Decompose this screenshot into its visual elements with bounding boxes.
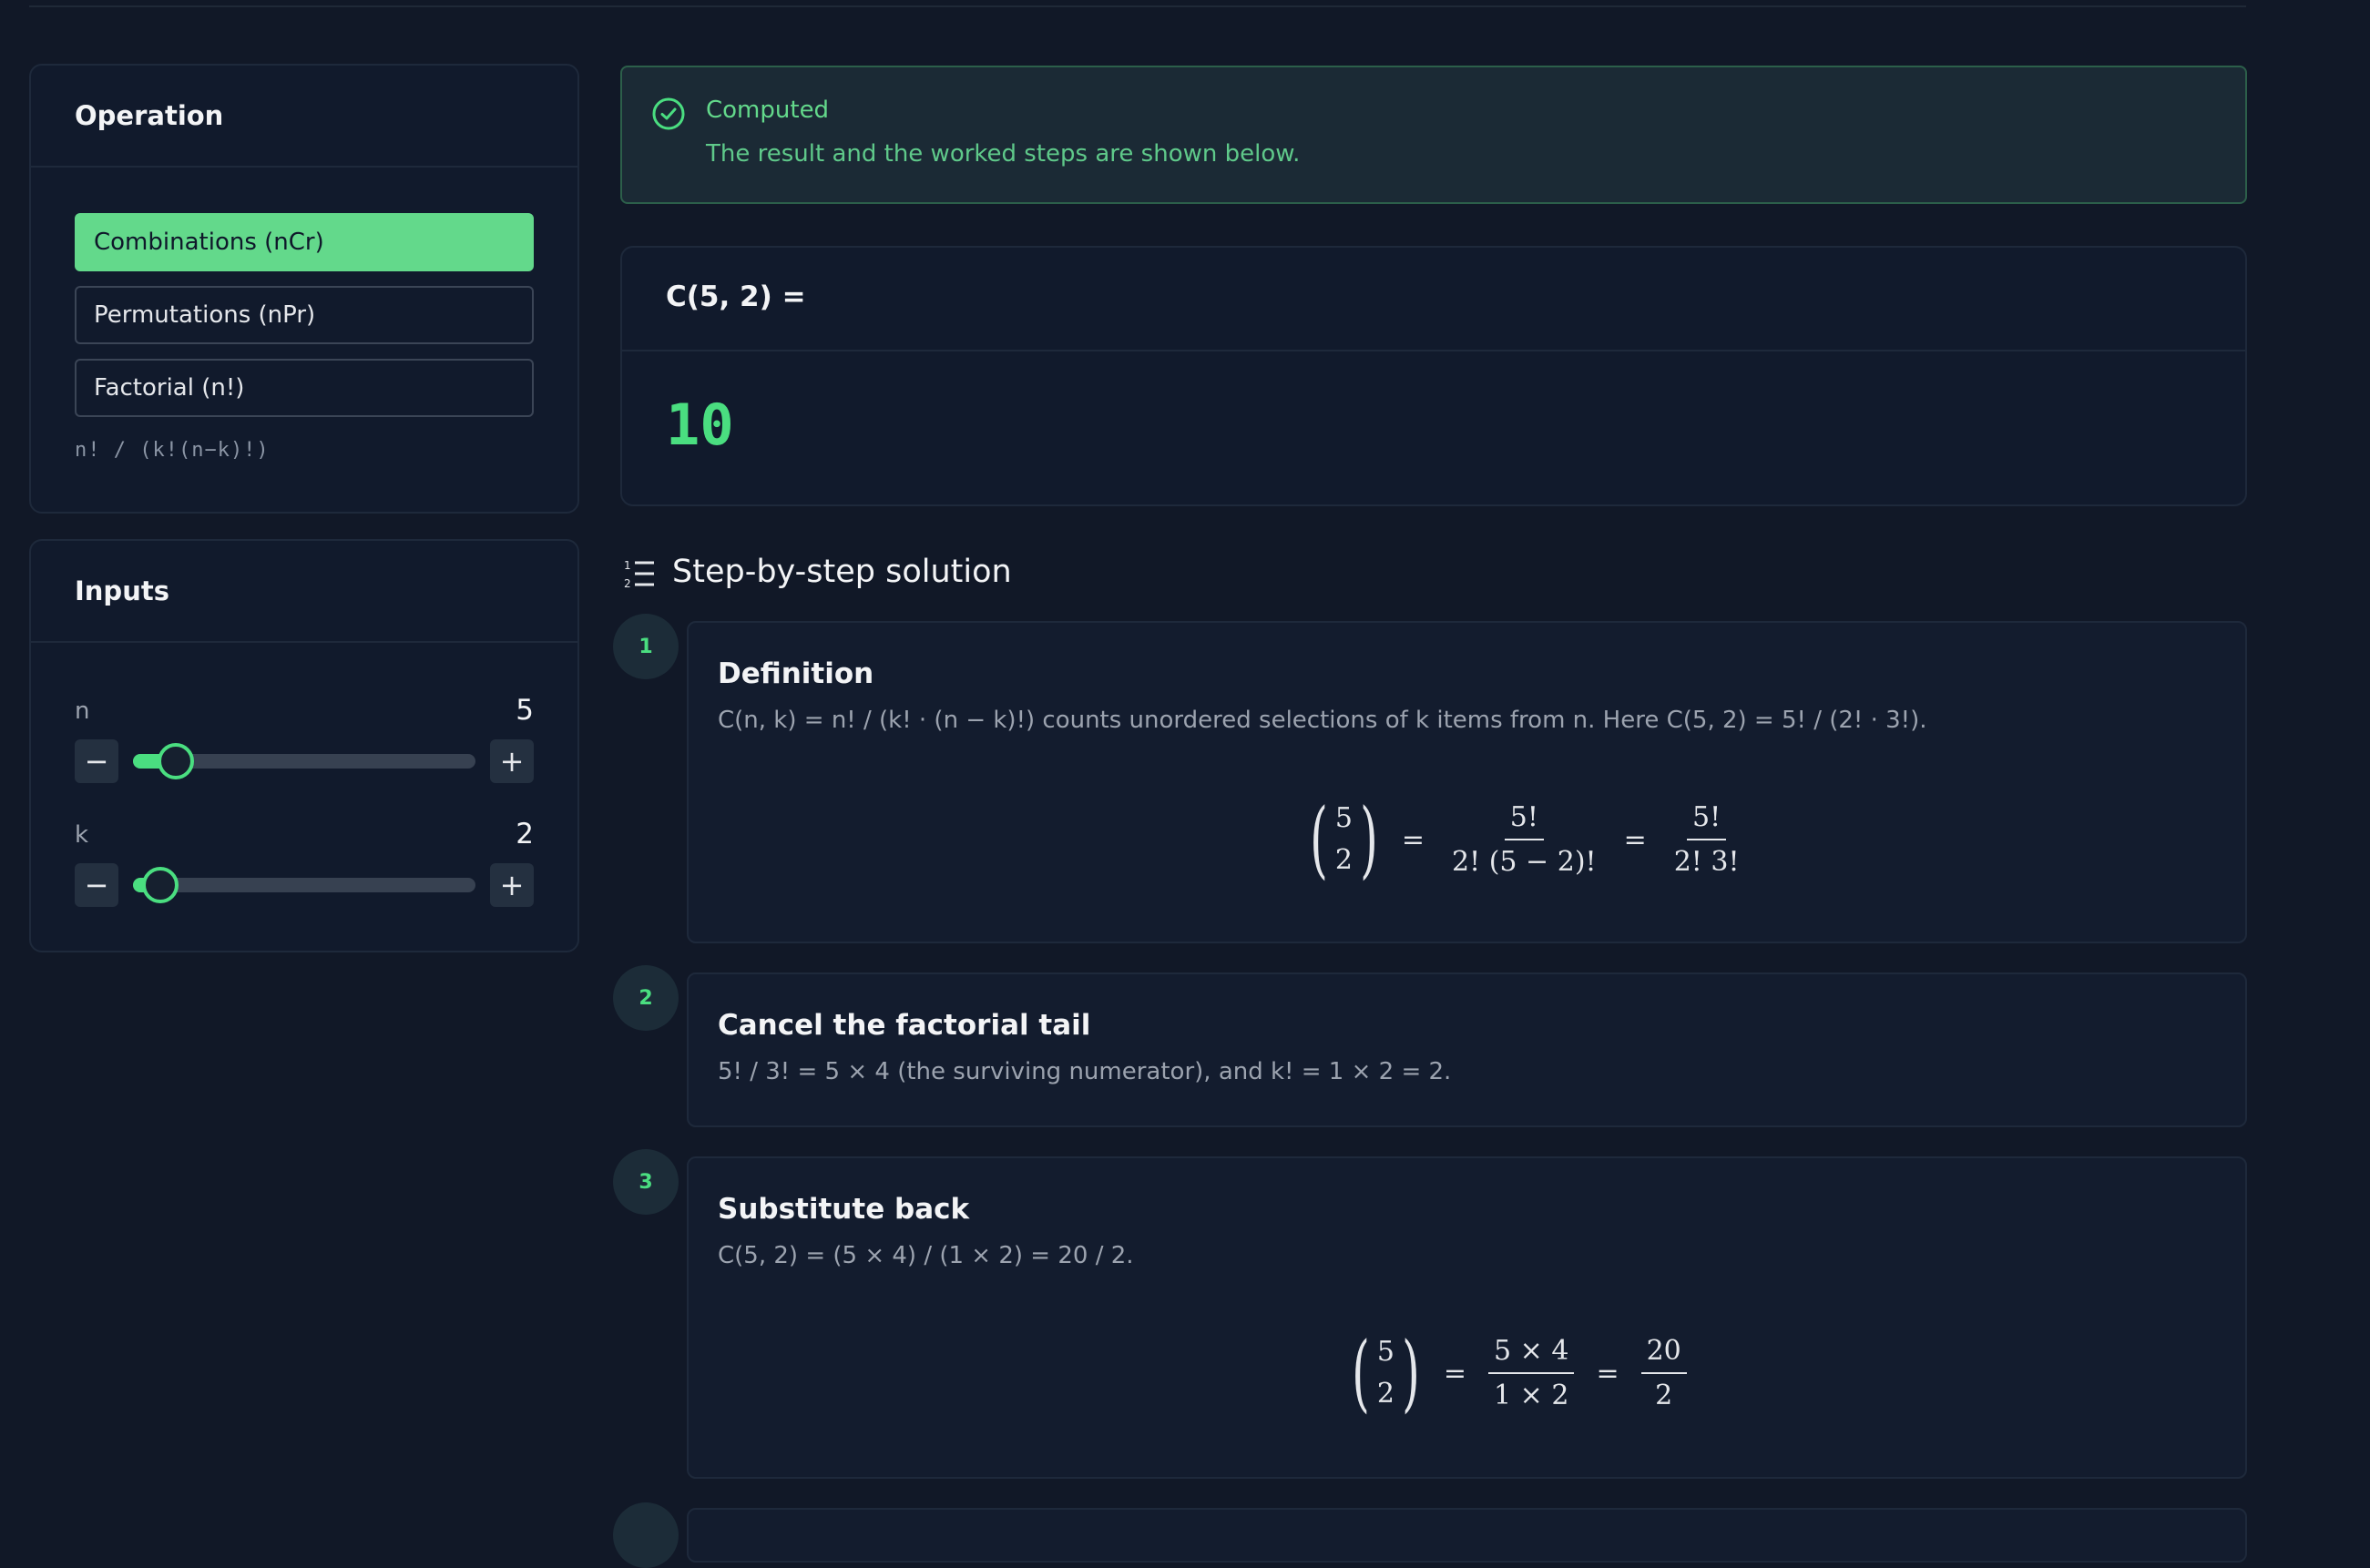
step-number: [613, 1502, 679, 1568]
fraction: 5! 2! 3!: [1669, 801, 1745, 878]
result-card: C(5, 2) = 10: [620, 246, 2247, 506]
step-number: 3: [613, 1149, 679, 1215]
inputs-panel-title: Inputs: [75, 575, 169, 606]
k-slider[interactable]: [133, 867, 475, 903]
step-formula: ( 52 ) = 5 × 41 × 2 = 20 2: [1344, 1331, 1692, 1415]
step-number: 1: [613, 614, 679, 679]
step-formula: ( 52 ) = 5! 2! (5 − 2)! = 5! 2! 3!: [1302, 798, 1751, 881]
step-description: 5! / 3! = 5 × 4 (the surviving numerator…: [718, 1058, 1452, 1085]
combinations-button[interactable]: Combinations (nCr): [75, 213, 534, 271]
binomial-bottom: 2: [1334, 844, 1353, 876]
inputs-panel-header: Inputs: [31, 541, 577, 643]
binomial: ( 52 ): [1310, 790, 1378, 888]
binomial-top: 5: [1376, 1336, 1394, 1368]
n-increment-button[interactable]: +: [490, 739, 534, 783]
fraction-numerator: 5!: [1687, 801, 1727, 840]
plus-icon: +: [499, 868, 525, 902]
n-slider-thumb[interactable]: [158, 743, 194, 779]
fraction-denominator: 2! (5 − 2)!: [1452, 846, 1597, 878]
fraction-numerator: 20: [1640, 1335, 1687, 1374]
permutations-button[interactable]: Permutations (nPr): [75, 286, 534, 344]
k-slider-thumb[interactable]: [142, 867, 179, 903]
top-divider: [29, 5, 2246, 7]
n-decrement-button[interactable]: −: [75, 739, 118, 783]
fraction: 20 2: [1640, 1335, 1687, 1411]
k-value: 2: [516, 818, 534, 850]
minus-icon: −: [84, 744, 109, 779]
step-number: 2: [613, 965, 679, 1031]
check-circle-icon: [652, 97, 685, 130]
success-alert: Computed The result and the worked steps…: [620, 66, 2247, 204]
step-card: [687, 1508, 2247, 1563]
k-decrement-button[interactable]: −: [75, 863, 118, 907]
numbered-list-icon: 1 2: [624, 559, 654, 590]
operation-panel-title: Operation: [75, 100, 224, 131]
result-value: 10: [666, 392, 734, 458]
n-label: n: [75, 697, 90, 725]
step-card: Cancel the factorial tail 5! / 3! = 5 × …: [687, 972, 2247, 1127]
alert-title: Computed: [706, 97, 830, 124]
fraction-denominator: 2! 3!: [1673, 846, 1740, 878]
factorial-button[interactable]: Factorial (n!): [75, 359, 534, 417]
inputs-panel: Inputs n 5 − + k 2 − +: [29, 539, 579, 952]
step-description: C(5, 2) = (5 × 4) / (1 × 2) = 20 / 2.: [718, 1242, 1134, 1269]
step-title: Cancel the factorial tail: [718, 1009, 1091, 1042]
fraction-denominator: 1 × 2: [1494, 1380, 1569, 1411]
plus-icon: +: [499, 744, 525, 779]
svg-text:1: 1: [624, 559, 631, 572]
operation-panel-header: Operation: [31, 66, 577, 168]
formula-hint: n! / (k!(n−k)!): [75, 439, 270, 462]
result-divider: [622, 350, 2245, 351]
binomial-bottom: 2: [1376, 1378, 1394, 1410]
svg-text:2: 2: [624, 577, 631, 590]
fraction-numerator: 5!: [1504, 801, 1544, 840]
step-description: C(n, k) = n! / (k! · (n − k)!) counts un…: [718, 707, 1927, 734]
n-value: 5: [516, 694, 534, 727]
step-title: Definition: [718, 657, 874, 690]
fraction: 5 × 4 1 × 2: [1488, 1335, 1575, 1411]
step-card: Definition C(n, k) = n! / (k! · (n − k)!…: [687, 621, 2247, 943]
solution-heading: Step-by-step solution: [672, 554, 1012, 590]
n-slider[interactable]: [133, 743, 475, 779]
k-increment-button[interactable]: +: [490, 863, 534, 907]
fraction-denominator: 2: [1655, 1380, 1673, 1411]
alert-description: The result and the worked steps are show…: [706, 140, 1301, 168]
binomial-top: 5: [1334, 802, 1353, 834]
operation-panel: Operation Combinations (nCr) Permutation…: [29, 64, 579, 514]
minus-icon: −: [84, 868, 109, 902]
result-label: C(5, 2) =: [666, 280, 806, 313]
k-label: k: [75, 821, 89, 849]
step-title: Substitute back: [718, 1193, 970, 1226]
binomial: ( 52 ): [1352, 1324, 1420, 1421]
step-card: Substitute back C(5, 2) = (5 × 4) / (1 ×…: [687, 1156, 2247, 1479]
fraction: 5! 2! (5 − 2)!: [1446, 801, 1602, 878]
fraction-numerator: 5 × 4: [1488, 1335, 1575, 1374]
